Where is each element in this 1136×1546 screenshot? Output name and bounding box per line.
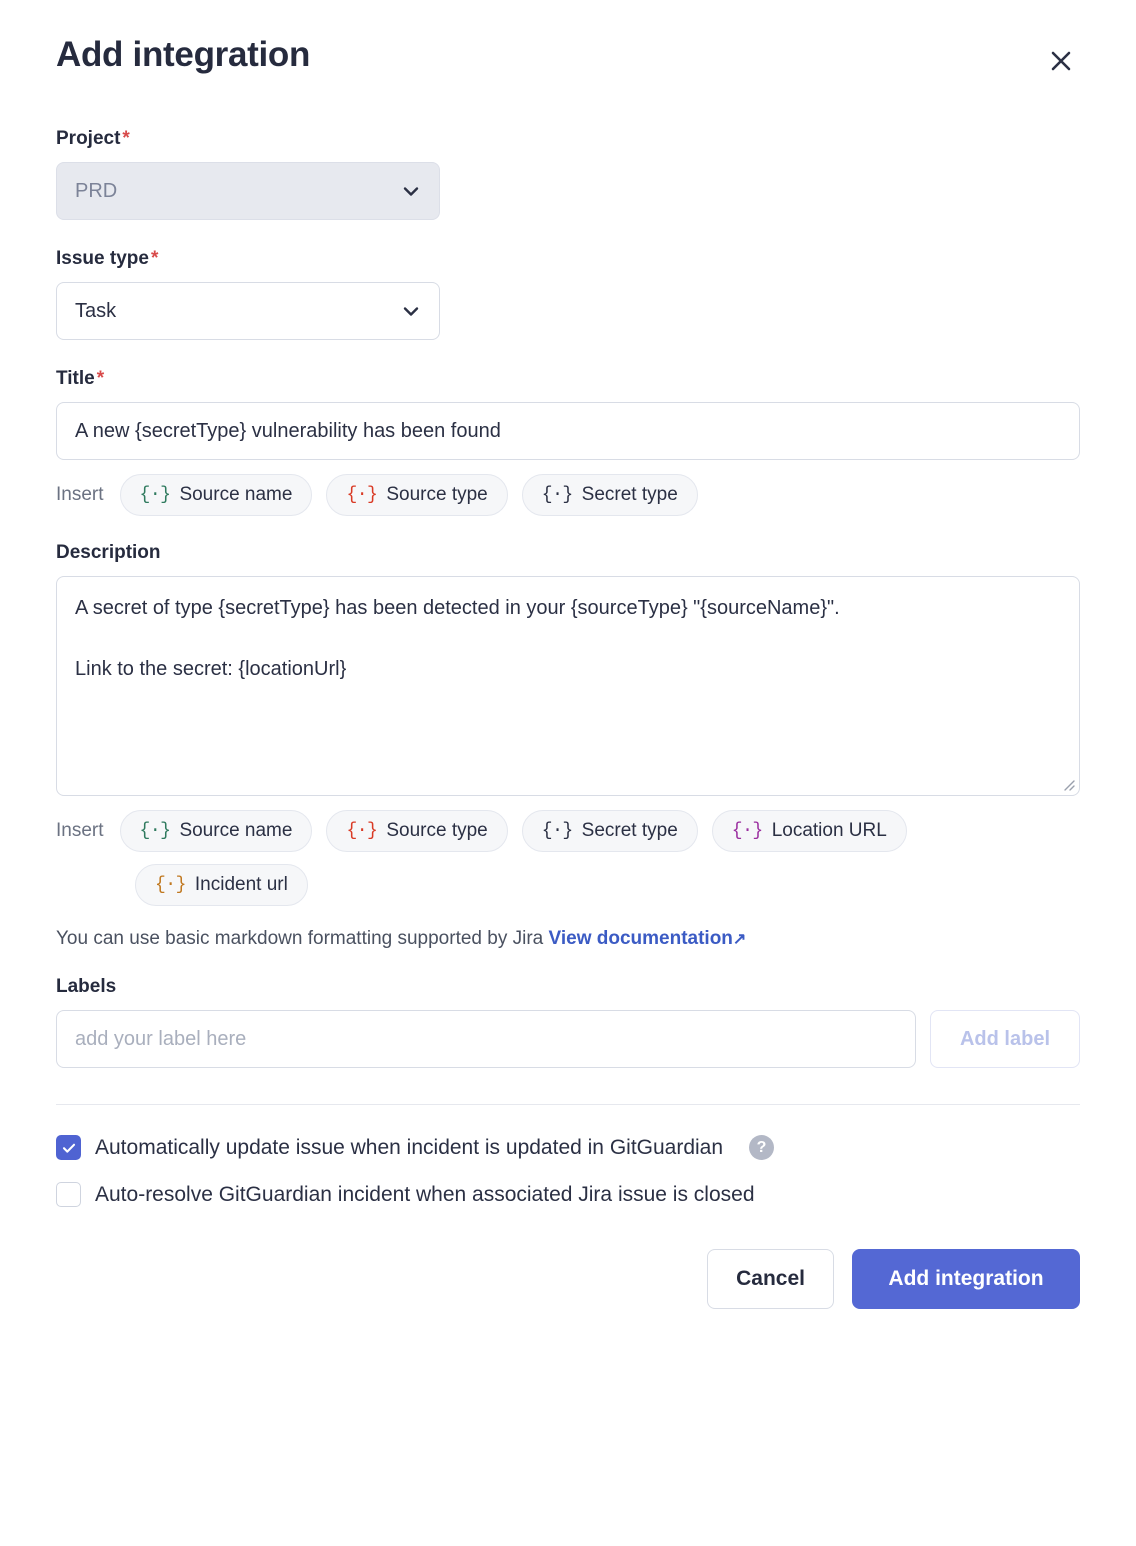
modal-footer: Cancel Add integration [56,1249,1080,1309]
close-button[interactable] [1042,42,1080,80]
insert-chip-incident-url[interactable]: {·} Incident url [135,864,308,906]
insert-chip-source-type[interactable]: {·} Source type [326,474,508,516]
help-icon[interactable]: ? [749,1135,775,1160]
issue-type-select-value: Task [75,299,117,322]
labels-field: Labels Add label [56,976,1080,1068]
label-input[interactable] [56,1010,916,1068]
template-variable-icon: {·} [139,821,171,841]
auto-resolve-checkbox[interactable] [56,1182,81,1207]
section-divider [56,1104,1080,1105]
required-asterisk: * [150,248,159,269]
description-textarea[interactable]: A secret of type {secretType} has been d… [56,576,1080,796]
modal-header: Add integration [56,35,1080,80]
chip-label: Incident url [194,874,288,895]
description-insert-row-2: {·} Incident url [135,864,1080,906]
cancel-button[interactable]: Cancel [707,1249,834,1309]
template-variable-icon: {·} [346,821,378,841]
template-variable-icon: {·} [541,485,573,505]
title-label: Title * [56,368,105,389]
template-variable-icon: {·} [155,875,186,895]
external-link-icon: ↗ [732,931,747,948]
auto-resolve-label: Auto-resolve GitGuardian incident when a… [95,1182,755,1206]
auto-update-checkbox[interactable] [56,1135,81,1160]
required-asterisk: * [96,368,105,389]
description-insert-row: Insert {·} Source name {·} Source type {… [56,810,1080,852]
template-variable-icon: {·} [346,485,378,505]
chip-label: Source type [386,820,488,841]
chip-label: Source name [179,484,293,505]
insert-chip-source-type[interactable]: {·} Source type [326,810,508,852]
add-integration-modal: Add integration Project * PRD Issue type * [0,0,1136,1546]
check-icon [62,1143,75,1153]
title-field: Title* Insert {·} Source name {·} Source… [56,368,1080,516]
template-variable-icon: {·} [541,821,573,841]
template-variable-icon: {·} [731,821,763,841]
add-label-button[interactable]: Add label [930,1010,1080,1068]
insert-chip-secret-type[interactable]: {·} Secret type [521,810,698,852]
chip-label: Source name [179,820,293,841]
insert-label: Insert [56,820,104,841]
title-input[interactable] [56,402,1080,460]
chip-label: Source type [386,484,488,505]
labels-row: Add label [56,1010,1080,1068]
issue-type-field: Issue type * Task [56,248,1080,340]
issue-type-select[interactable]: Task [56,282,440,340]
view-documentation-link[interactable]: View documentation↗ [549,928,747,949]
project-select-value: PRD [75,179,118,202]
project-field: Project * PRD [56,128,1080,220]
page-title: Add integration [56,35,311,74]
insert-chip-source-name[interactable]: {·} Source name [119,810,313,852]
description-textarea-wrapper: A secret of type {secretType} has been d… [56,576,1080,796]
required-asterisk: * [122,128,130,149]
chip-label: Location URL [771,820,887,841]
issue-type-label: Issue type * [56,248,159,269]
chip-label: Secret type [581,484,678,505]
add-integration-button[interactable]: Add integration [852,1249,1080,1309]
description-field: Description A secret of type {secretType… [56,542,1080,950]
project-select-wrapper: PRD [56,162,440,220]
project-select[interactable]: PRD [56,162,440,220]
template-variable-icon: {·} [139,485,171,505]
issue-type-select-wrapper: Task [56,282,440,340]
labels-label: Labels [56,976,117,997]
insert-chip-secret-type[interactable]: {·} Secret type [521,474,698,516]
insert-chip-location-url[interactable]: {·} Location URL [711,810,907,852]
description-label: Description [56,542,161,563]
chip-label: Secret type [581,820,678,841]
title-insert-row: Insert {·} Source name {·} Source type {… [56,474,1080,516]
markdown-note: You can use basic markdown formatting su… [56,928,1080,950]
close-icon [1046,46,1076,76]
auto-update-label: Automatically update issue when incident… [95,1135,724,1159]
insert-label: Insert [56,484,104,505]
doc-link-text: View documentation [548,928,733,949]
option-auto-resolve-row: Auto-resolve GitGuardian incident when a… [56,1182,1080,1207]
option-auto-update-row: Automatically update issue when incident… [56,1135,1080,1160]
markdown-note-text: You can use basic markdown formatting su… [56,928,544,949]
project-label: Project * [56,128,130,149]
insert-chip-source-name[interactable]: {·} Source name [119,474,313,516]
